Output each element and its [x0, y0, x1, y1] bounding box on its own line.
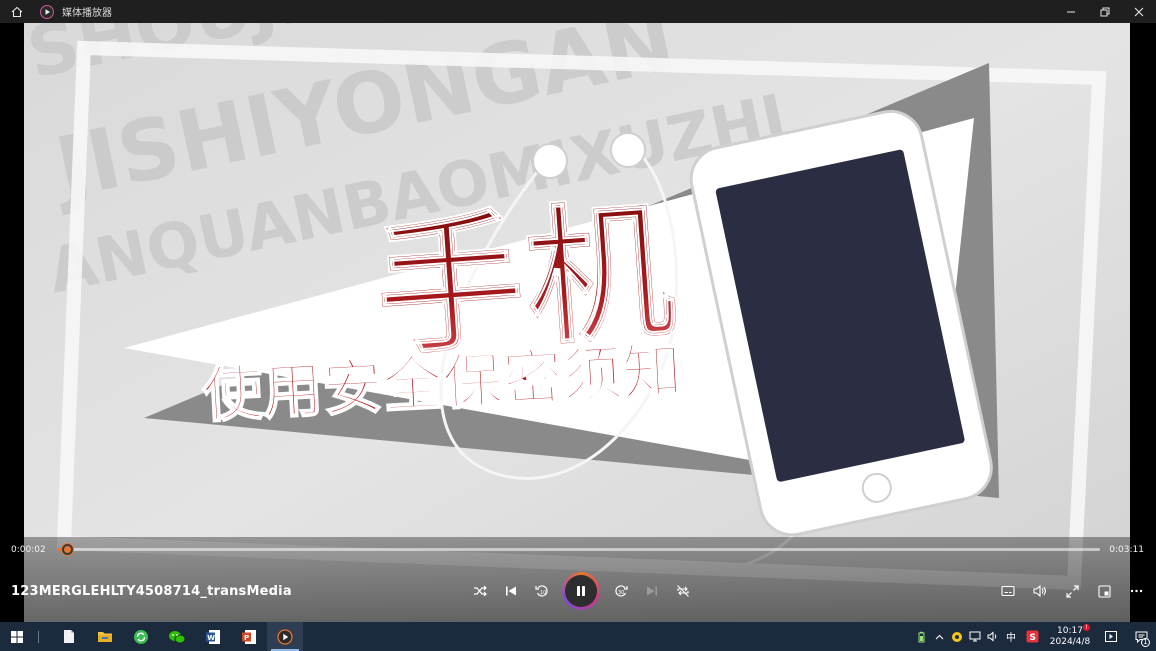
system-tray: 中 S 10:17 2024/4/8 ! 1 [912, 622, 1156, 651]
subtitles-icon [1001, 585, 1015, 597]
file-icon [64, 630, 74, 643]
repeat-button[interactable] [667, 575, 698, 607]
video-frame: SHOUJI JISHIYONGAN ANQUANBAOMIXUZHI 手机 使… [24, 23, 1130, 622]
svg-text:S: S [1029, 633, 1035, 643]
taskbar-app-media-player[interactable] [267, 622, 303, 651]
duration-time: 0:03:11 [1109, 545, 1144, 555]
subtitles-button[interactable] [992, 575, 1024, 607]
clock-date: 2024/4/8 [1049, 636, 1091, 647]
network-icon [969, 631, 981, 642]
clock-badge: ! [1083, 623, 1090, 631]
wechat-icon [169, 630, 186, 643]
close-icon [1134, 7, 1144, 16]
seek-bar[interactable] [57, 544, 1100, 555]
pause-icon [577, 586, 585, 596]
rewind-10-button[interactable]: 10 [526, 575, 557, 607]
battery-icon [918, 631, 924, 642]
refresh-app-icon [134, 629, 148, 644]
view-controls [992, 575, 1152, 607]
shuffle-icon [473, 585, 487, 597]
restore-icon [1100, 7, 1110, 16]
shuffle-button[interactable] [464, 575, 495, 607]
minimize-icon [1067, 11, 1075, 12]
seek-thumb[interactable] [62, 544, 74, 555]
rewind-10-icon: 10 [534, 585, 548, 597]
notification-count: 1 [1141, 638, 1150, 647]
svg-text:30: 30 [618, 590, 624, 596]
forward-30-icon: 30 [614, 585, 628, 597]
window-controls [1054, 0, 1156, 23]
taskbar-app-explorer[interactable] [87, 622, 123, 651]
restore-button[interactable] [1088, 0, 1122, 23]
previous-button[interactable] [495, 575, 526, 607]
tray-media-button[interactable] [1096, 622, 1126, 651]
battery-tray[interactable] [912, 622, 930, 651]
speaker-icon [987, 631, 997, 642]
start-button[interactable] [0, 622, 34, 651]
repeat-off-icon [676, 585, 689, 597]
word-icon: W [206, 629, 220, 644]
next-icon [646, 586, 657, 596]
windows-logo-icon [11, 630, 23, 643]
media-player-icon [277, 628, 293, 645]
pause-button-inner [565, 575, 597, 607]
player-controls: 0:00:02 0:03:11 123MERGLEHLTY4508714_tra… [0, 537, 1156, 622]
current-time: 0:00:02 [11, 545, 46, 555]
minimize-button[interactable] [1054, 0, 1088, 23]
powerpoint-icon: P [242, 629, 256, 644]
taskbar-app-refresh[interactable] [123, 622, 159, 651]
tray-app-sogou[interactable]: S [1020, 622, 1044, 651]
svg-text:P: P [244, 633, 249, 641]
fullscreen-button[interactable] [1056, 575, 1088, 607]
chevron-up-icon [935, 634, 943, 639]
tray-app-yellow[interactable] [948, 622, 966, 651]
mini-view-button[interactable] [1088, 575, 1120, 607]
sogou-icon: S [1026, 630, 1038, 643]
taskbar: W P 中 S 10:17 2024/4/8 ! 1 [0, 622, 1156, 651]
volume-button[interactable] [1024, 575, 1056, 607]
title-bar: 媒体播放器 [0, 0, 1156, 23]
svg-text:10: 10 [540, 590, 546, 596]
clock[interactable]: 10:17 2024/4/8 ! [1044, 623, 1096, 648]
file-explorer-icon [98, 632, 112, 642]
home-button[interactable] [0, 0, 34, 23]
notification-center-button[interactable]: 1 [1126, 622, 1156, 651]
network-tray[interactable] [966, 622, 984, 651]
media-filename: 123MERGLEHLTY4508714_transMedia [11, 584, 292, 599]
taskbar-app-file[interactable] [51, 622, 87, 651]
previous-icon [505, 586, 516, 596]
mini-view-icon [1097, 584, 1111, 598]
taskbar-app-powerpoint[interactable]: P [231, 622, 267, 651]
media-tray-icon [1105, 631, 1117, 642]
home-icon [11, 6, 23, 17]
next-button[interactable] [636, 575, 667, 607]
taskbar-separator [38, 630, 39, 643]
ime-indicator[interactable]: 中 [1002, 622, 1020, 651]
yellow-app-icon [952, 631, 962, 642]
show-hidden-icons-button[interactable] [930, 622, 948, 651]
volume-icon [1033, 585, 1046, 597]
app-play-icon [40, 4, 54, 19]
pause-button[interactable] [562, 572, 600, 610]
taskbar-app-word[interactable]: W [195, 622, 231, 651]
fullscreen-icon [1065, 584, 1079, 598]
video-area[interactable]: SHOUJI JISHIYONGAN ANQUANBAOMIXUZHI 手机 使… [0, 23, 1156, 622]
close-button[interactable] [1122, 0, 1156, 23]
more-button[interactable] [1120, 575, 1152, 607]
forward-30-button[interactable]: 30 [605, 575, 636, 607]
svg-text:W: W [207, 633, 215, 641]
window-title: 媒体播放器 [62, 8, 112, 19]
volume-tray[interactable] [984, 622, 1002, 651]
media-player-window: 媒体播放器 SHOUJI JISHIYONGAN ANQUANBAOMIXUZH… [0, 0, 1156, 651]
taskbar-app-wechat[interactable] [159, 622, 195, 651]
playback-controls: 10 30 [464, 572, 698, 610]
more-icon [1130, 589, 1142, 593]
